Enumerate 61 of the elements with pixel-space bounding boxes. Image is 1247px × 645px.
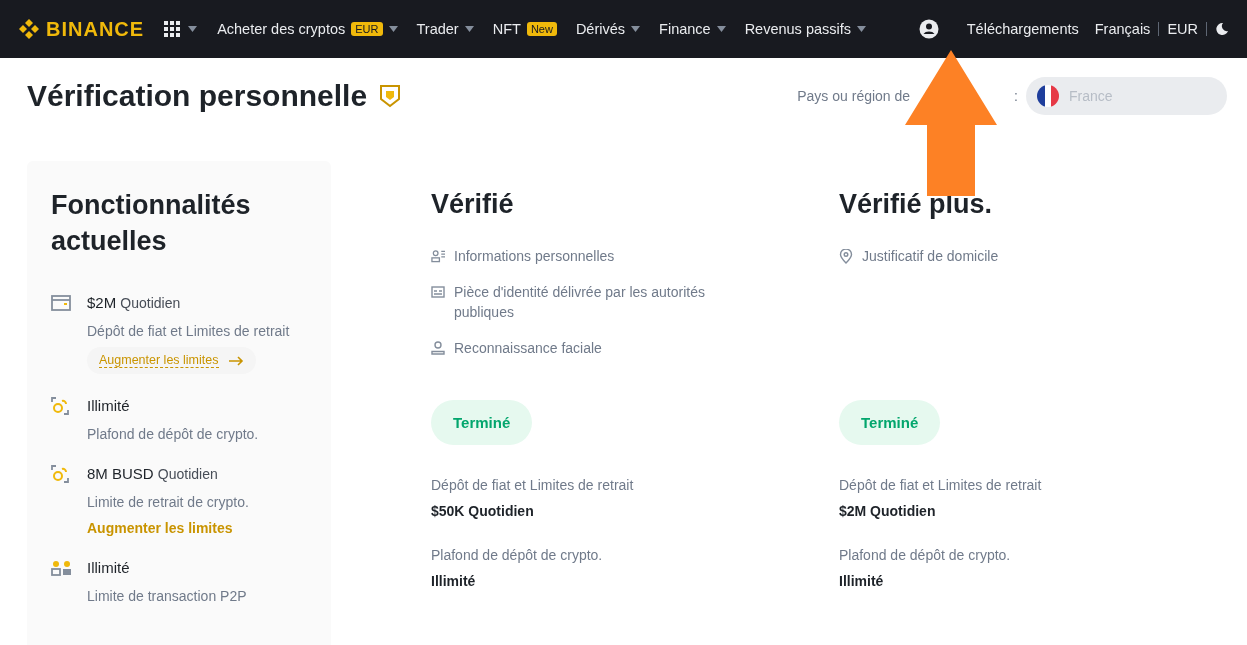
level-title: Vérifié plus.	[839, 189, 994, 220]
card-title: Fonctionnalités actuelles	[51, 189, 252, 258]
feature-value: 8M BUSD Quotidien	[87, 464, 219, 484]
caret-icon	[631, 26, 641, 32]
user-icon	[431, 341, 445, 355]
caret-icon	[188, 26, 198, 32]
moon-icon[interactable]	[1215, 22, 1229, 36]
nav-menu-item[interactable]: Dérivés	[575, 21, 626, 37]
requirement-text: Reconnaissance faciale	[454, 339, 602, 358]
nav-link[interactable]: EUR	[1167, 21, 1198, 37]
limit-value: Illimité	[431, 573, 477, 589]
nav-menu-item[interactable]: Trader	[416, 21, 459, 37]
nav-menu-item[interactable]: Revenus passifs	[744, 21, 852, 37]
limit-label: Dépôt de fiat et Limites de retrait	[431, 477, 635, 493]
nav-link[interactable]: Téléchargements	[966, 21, 1079, 37]
apps-grid-icon[interactable]	[164, 21, 181, 37]
users-icon	[51, 560, 73, 576]
requirement-text: Informations personnelles	[454, 247, 615, 266]
id-card-icon	[431, 286, 445, 298]
caret-icon	[388, 26, 398, 32]
country-label-colon: :	[1014, 88, 1018, 104]
feature-value: $2M Quotidien	[87, 293, 182, 313]
status-badge: Terminé	[839, 400, 941, 445]
flag-icon	[1037, 85, 1059, 107]
limit-value: $2M Quotidien	[839, 503, 937, 519]
feature-value: Illimité	[87, 396, 131, 416]
nav-badge: New	[526, 22, 557, 36]
arrow-right-icon	[228, 355, 244, 366]
caret-icon	[464, 26, 474, 32]
requirement-text: Pièce d'identité délivrée par les autorités publiques	[454, 283, 706, 322]
feature-description: Limite de transaction P2P	[87, 588, 248, 604]
logo-icon	[18, 18, 40, 40]
feature-description: Dépôt de fiat et Limites de retrait	[87, 323, 291, 339]
limit-value: $50K Quotidien	[431, 503, 535, 519]
status-badge: Terminé	[431, 400, 533, 445]
limit-value: Illimité	[839, 573, 885, 589]
nav-link[interactable]: Français	[1094, 21, 1151, 37]
user-list-icon	[431, 249, 445, 263]
nav-badge: EUR	[351, 22, 383, 36]
caret-icon	[857, 26, 867, 32]
feature-description: Plafond de dépôt de crypto.	[87, 426, 260, 442]
scan-coin-icon	[51, 465, 69, 483]
feature-description: Limite de retrait de crypto.	[87, 494, 250, 510]
location-pin-icon	[839, 248, 853, 264]
card-icon	[51, 295, 71, 311]
nav-menu-item[interactable]: NFT	[492, 21, 521, 37]
nav-menu-item[interactable]: Finance	[659, 21, 711, 37]
page-title: Vérification personnelle	[27, 79, 368, 113]
requirement-text: Justificatif de domicile	[862, 247, 999, 266]
nav-menu-item[interactable]: Acheter des cryptos	[217, 21, 346, 37]
caret-icon	[716, 26, 726, 32]
scan-coin-icon	[51, 397, 69, 415]
account-icon[interactable]	[918, 19, 939, 39]
limit-label: Plafond de dépôt de crypto.	[431, 547, 604, 563]
limit-label: Plafond de dépôt de crypto.	[839, 547, 1012, 563]
country-label: Pays ou région de	[797, 88, 911, 104]
logo-text[interactable]: BINANCE	[46, 17, 145, 41]
limit-label: Dépôt de fiat et Limites de retrait	[839, 477, 1043, 493]
shield-icon	[379, 84, 402, 108]
feature-value: Illimité	[87, 558, 131, 578]
level-title: Vérifié	[431, 189, 515, 220]
